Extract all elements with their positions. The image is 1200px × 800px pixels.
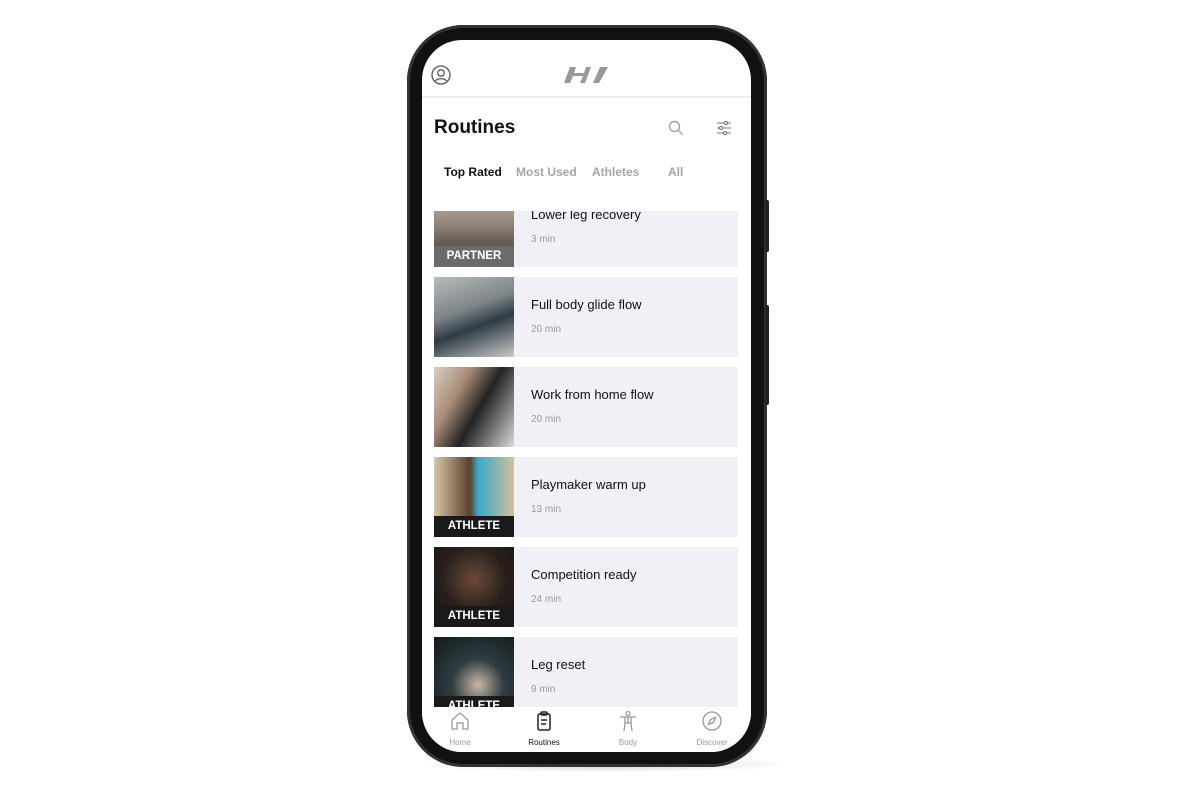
home-icon [451, 712, 469, 730]
routine-duration: 24 min [531, 594, 562, 605]
tab-all[interactable]: All [668, 165, 683, 179]
app-screen: Routines Top Rated Most Used Athletes Al… [422, 40, 751, 752]
routine-card[interactable]: Work from home flow 20 min [434, 367, 738, 447]
routine-duration: 20 min [531, 414, 562, 425]
page-title: Routines [434, 117, 516, 138]
partner-badge: PARTNER [434, 246, 514, 267]
tab-athletes[interactable]: Athletes [592, 165, 639, 179]
nav-label: Routines [528, 738, 560, 747]
user-circle-icon[interactable] [431, 65, 451, 85]
routine-name: Leg reset [531, 657, 586, 672]
app-header [422, 40, 751, 98]
athlete-badge: ATHLETE [434, 606, 514, 627]
compass-icon [702, 711, 722, 731]
tab-top-rated[interactable]: Top Rated [444, 165, 502, 179]
routine-name: Work from home flow [531, 387, 654, 402]
nav-label: Home [449, 738, 471, 747]
sliders-icon[interactable] [716, 120, 732, 136]
routine-name: Full body glide flow [531, 297, 642, 312]
volume-button [765, 305, 769, 405]
nav-home[interactable]: Home [425, 707, 495, 747]
search-icon[interactable] [668, 120, 684, 136]
routine-card[interactable]: ATHLETE Playmaker warm up 13 min [434, 457, 738, 537]
routine-thumbnail [434, 367, 514, 447]
routine-duration: 20 min [531, 324, 562, 335]
routine-name: Lower leg recovery [531, 211, 641, 222]
routine-card[interactable]: Full body glide flow 20 min [434, 277, 738, 357]
routine-name: Playmaker warm up [531, 477, 646, 492]
routine-thumbnail [434, 277, 514, 357]
body-icon [620, 710, 636, 732]
routine-card[interactable]: ATHLETE Leg reset 9 min [434, 637, 738, 707]
nav-label: Body [618, 738, 638, 747]
clipboard-icon [537, 711, 551, 731]
power-button [765, 200, 769, 252]
bottom-nav: Home Routines Body Discover [422, 707, 751, 752]
routine-duration: 9 min [531, 684, 556, 695]
nav-body[interactable]: Body [593, 707, 663, 747]
athlete-badge: ATHLETE [434, 516, 514, 537]
routine-list: PARTNER Lower leg recovery 3 min Full bo… [434, 211, 738, 707]
routine-duration: 3 min [531, 234, 556, 245]
nav-routines[interactable]: Routines [509, 707, 579, 747]
routine-card[interactable]: ATHLETE Competition ready 24 min [434, 547, 738, 627]
routine-duration: 13 min [531, 504, 562, 515]
routine-card[interactable]: PARTNER Lower leg recovery 3 min [434, 211, 738, 267]
athlete-badge: ATHLETE [434, 696, 514, 707]
hyperice-logo [564, 67, 608, 83]
routine-name: Competition ready [531, 567, 637, 582]
tab-most-used[interactable]: Most Used [516, 165, 577, 179]
nav-discover[interactable]: Discover [677, 707, 747, 747]
nav-label: Discover [696, 738, 728, 747]
